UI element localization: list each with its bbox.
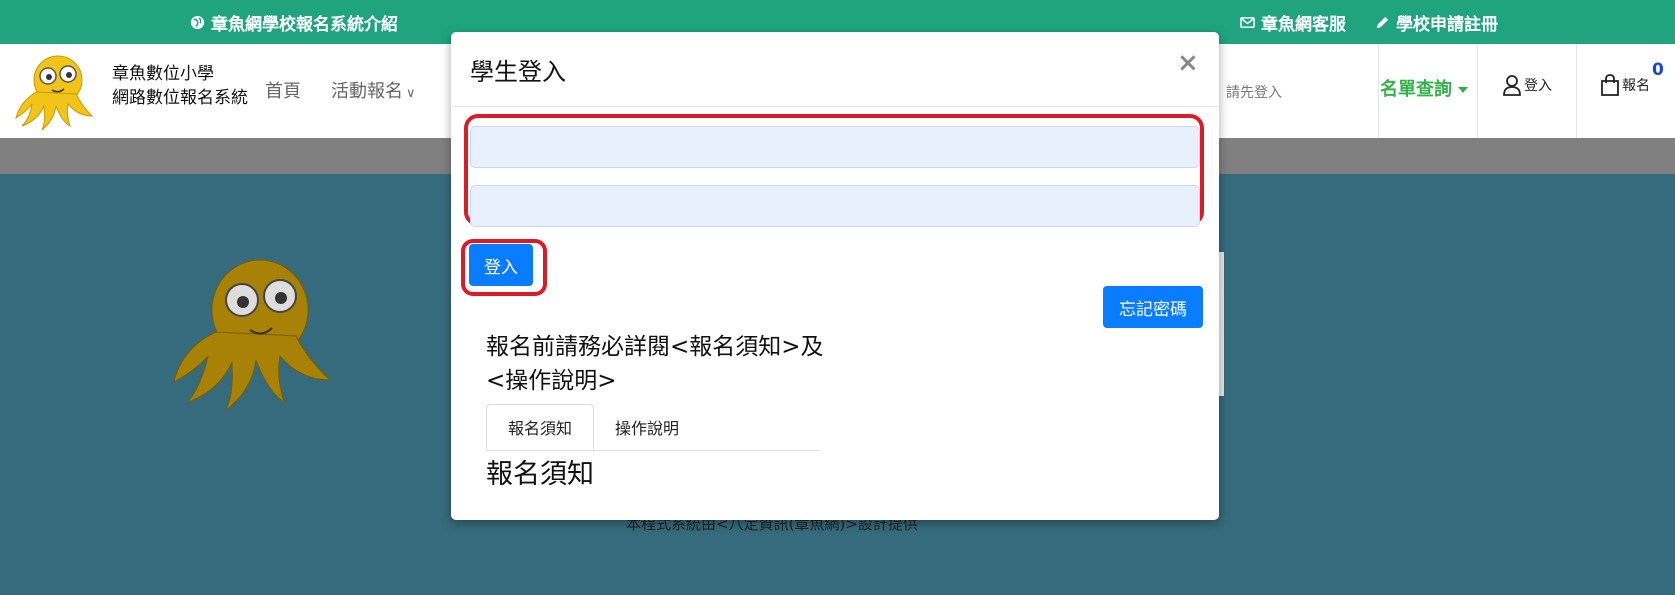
customer-service-label: 章魚網客服: [1261, 15, 1346, 35]
nav-activity[interactable]: 活動報名 ∨: [331, 77, 416, 103]
system-intro-label: 章魚網學校報名系統介紹: [211, 15, 398, 35]
octopus-mascot-image: [173, 259, 332, 411]
globe-icon: [190, 15, 205, 30]
school-register-link[interactable]: 學校申請註冊: [1375, 10, 1498, 35]
nav-login-label: 登入: [1524, 78, 1552, 94]
nav-activity-label: 活動報名: [331, 81, 403, 102]
school-name-line2: 網路數位報名系統: [112, 88, 248, 108]
octopus-logo[interactable]: [12, 52, 98, 132]
forgot-password-button[interactable]: 忘記密碼: [1103, 286, 1203, 328]
tab-operation-guide[interactable]: 操作說明: [594, 404, 700, 450]
nav-home[interactable]: 首頁: [265, 77, 301, 103]
user-icon: [1503, 75, 1521, 96]
info-tabs: 報名須知 操作說明: [486, 404, 820, 451]
student-password-input[interactable]: [470, 185, 1200, 227]
school-register-label: 學校申請註冊: [1396, 15, 1498, 35]
student-username-input[interactable]: [470, 126, 1200, 168]
shopping-bag-icon: [1601, 74, 1619, 96]
nav-registration-cart[interactable]: 報名: [1600, 74, 1650, 96]
cart-count-badge: 0: [1652, 60, 1664, 80]
section-heading: 報名須知: [486, 459, 594, 490]
chevron-down-icon: ∨: [406, 86, 416, 101]
customer-service-link[interactable]: 章魚網客服: [1240, 10, 1346, 35]
nav-divider: [1576, 44, 1577, 138]
close-icon[interactable]: ×: [1177, 48, 1199, 78]
nav-login[interactable]: 登入: [1502, 74, 1552, 96]
modal-header-divider: [451, 106, 1219, 107]
registration-notice: 報名前請務必詳閱<報名須知>及<操作說明>: [486, 334, 824, 394]
caret-down-icon: [1458, 87, 1468, 93]
login-hint: 請先登入: [1226, 85, 1282, 101]
nav-divider: [1378, 44, 1379, 138]
student-login-modal: 學生登入 × 登入 忘記密碼 報名前請務必詳閱<報名須知>及<操作說明> 報名須…: [451, 32, 1219, 520]
nav-cart-label: 報名: [1622, 78, 1650, 94]
modal-title: 學生登入: [470, 58, 566, 86]
envelope-icon: [1240, 17, 1255, 28]
nav-divider: [1477, 44, 1478, 138]
nav-list-query[interactable]: 名單查詢: [1380, 75, 1468, 101]
pencil-icon: [1376, 16, 1389, 29]
tab-registration-notice[interactable]: 報名須知: [486, 404, 594, 450]
nav-list-query-label: 名單查詢: [1380, 79, 1452, 100]
school-name[interactable]: 章魚數位小學 網路數位報名系統: [112, 62, 248, 110]
school-name-line1: 章魚數位小學: [112, 64, 214, 84]
login-button[interactable]: 登入: [469, 244, 533, 286]
system-intro-link[interactable]: 章魚網學校報名系統介紹: [190, 10, 398, 35]
